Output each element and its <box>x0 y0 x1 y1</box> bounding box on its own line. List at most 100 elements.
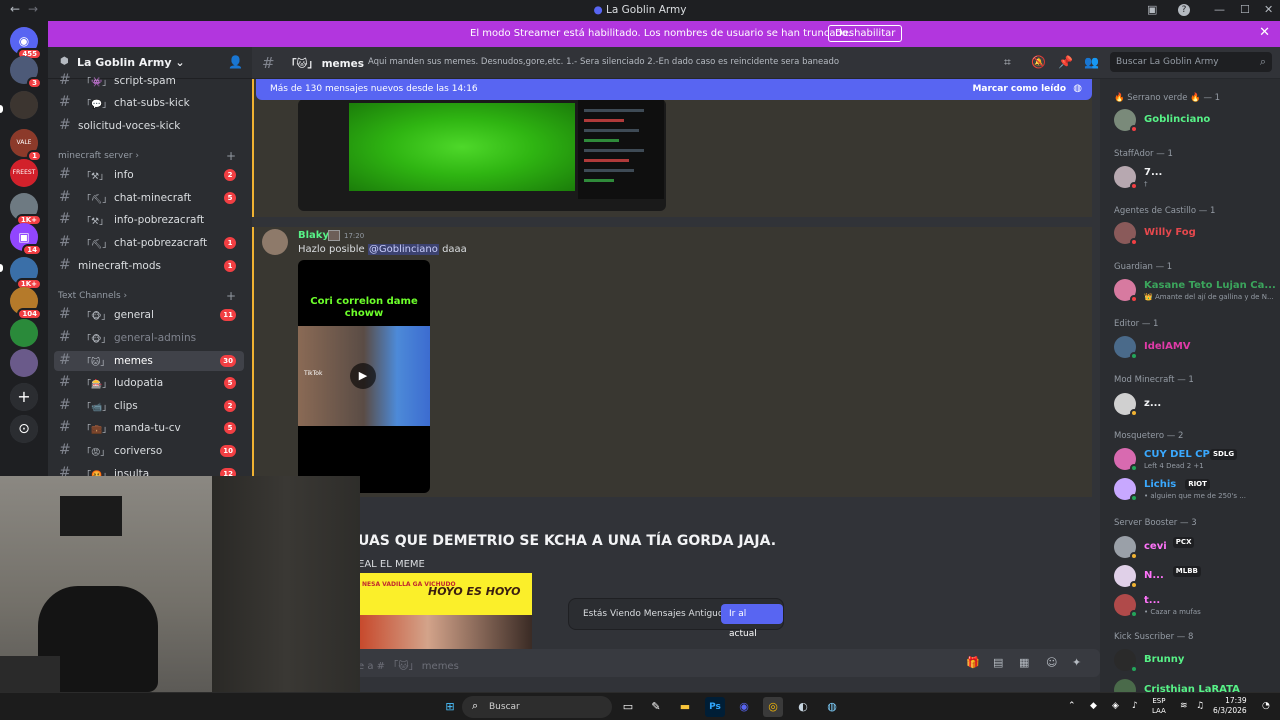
category-minecraft-server[interactable]: minecraft server › + <box>58 149 242 163</box>
channel-general[interactable]: # 「🐵」 general 11 <box>54 305 244 325</box>
server-icon-server-3[interactable]: VALE 1 <box>10 129 42 162</box>
notepad-icon[interactable]: ✎ <box>646 697 666 717</box>
inbox-icon[interactable]: ▣ <box>1147 3 1157 16</box>
photoshop-icon[interactable]: Ps <box>705 697 725 717</box>
channel-memes[interactable]: # 「🐱」 memes 30 <box>54 351 244 371</box>
member-item[interactable]: CUY DEL CP Left 4 Dead 2 +1 SDLG <box>1106 445 1276 473</box>
server-icon-discord-home[interactable]: ◉ 455 <box>10 27 42 60</box>
mark-as-read-button[interactable]: Marcar como leído <box>972 84 1066 94</box>
notifications-icon[interactable]: ◔ <box>1262 701 1270 711</box>
add-channel-icon[interactable]: + <box>226 289 236 303</box>
channel-chat-subs-kick[interactable]: # 「💬」 chat-subs-kick <box>54 93 244 113</box>
video-embed-stream[interactable] <box>298 99 666 211</box>
server-icon-server-twitch[interactable]: ▣ 14 <box>10 223 42 256</box>
tray-app2-icon[interactable]: ◈ <box>1112 701 1119 711</box>
channel-info-pobrezacraft[interactable]: # 「⚒」 info-pobrezacraft <box>54 210 244 230</box>
channel-chat-pobrezacraft[interactable]: # 「⛏」 chat-pobrezacraft 1 <box>54 233 244 253</box>
add-channel-icon[interactable]: + <box>226 149 236 163</box>
taskbar-search[interactable]: ⌕ Buscar <box>462 696 612 718</box>
tiktok-video-embed[interactable]: Cori correlon dame choww TikTok ▶ <box>298 260 430 493</box>
discover-button[interactable]: ⊙ <box>10 415 38 443</box>
close-window-icon[interactable]: ✕ <box>1264 3 1273 16</box>
taskbar-clock[interactable]: 17:39 6/3/2026 <box>1213 696 1247 716</box>
meme-image[interactable]: NESA VADILLA GA VICHUDO HOYO ES HOYO <box>358 573 532 651</box>
hash-icon: # <box>59 211 71 227</box>
channel-chat-minecraft[interactable]: # 「⛏」 chat-minecraft 5 <box>54 188 244 208</box>
disable-streamer-button[interactable]: Deshabilitar <box>828 25 903 42</box>
close-banner-icon[interactable]: ✕ <box>1259 25 1270 40</box>
pinned-messages-icon[interactable]: 📌 <box>1058 55 1073 69</box>
category-text-channels[interactable]: Text Channels › + <box>58 289 242 303</box>
member-item[interactable]: 7... † <box>1106 163 1276 191</box>
jump-to-present-button[interactable]: Ir al actual <box>721 604 783 639</box>
hash-icon: # <box>59 166 71 182</box>
volume-icon[interactable]: ♫ <box>1196 701 1204 711</box>
tray-mic-icon[interactable]: ♪ <box>1132 701 1138 711</box>
channel-coriverso[interactable]: # 「😡」 coriverso 10 <box>54 441 244 461</box>
server-name[interactable]: La Goblin Army ⌄ <box>77 56 185 69</box>
server-icon-server-2[interactable] <box>10 91 38 119</box>
chrome-icon[interactable]: ◎ <box>763 697 783 717</box>
member-list-icon[interactable]: 👥 <box>1084 55 1099 69</box>
server-icon-server-8[interactable]: 104 <box>10 287 42 320</box>
task-view-icon[interactable]: ▭ <box>618 697 638 717</box>
server-icon-server-1[interactable]: 3 <box>10 56 42 89</box>
channel-general-admins[interactable]: # 「🐵」 general-admins <box>54 328 244 348</box>
member-item[interactable]: Lichis • alguien que me de 250's ... RIOT <box>1106 475 1276 503</box>
play-icon[interactable]: ▶ <box>350 363 376 389</box>
sticker-icon[interactable]: ▦ <box>1019 656 1029 669</box>
language-indicator[interactable]: ESP LAA <box>1152 696 1166 716</box>
discord-icon[interactable]: ◉ <box>734 697 754 717</box>
notification-settings-icon[interactable]: 🔕 <box>1031 55 1046 69</box>
search-input[interactable]: Buscar La Goblin Army ⌕ <box>1110 52 1272 72</box>
server-icon-server-7[interactable]: 1K+ <box>10 257 42 290</box>
avatar[interactable] <box>262 229 288 255</box>
browser-icon[interactable]: ◍ <box>822 697 842 717</box>
channel-script-spam[interactable]: # 「👾」 script-spam <box>54 71 244 91</box>
wifi-icon[interactable]: ≋ <box>1180 701 1188 711</box>
maximize-icon[interactable]: ☐ <box>1240 3 1250 16</box>
threads-icon[interactable]: ⌗ <box>1004 55 1011 70</box>
channel-topic[interactable]: Aqui manden sus memes. Desnudos,gore,etc… <box>368 57 839 67</box>
server-icon-server-9[interactable] <box>10 319 38 347</box>
member-item[interactable]: Cristhian LaRATA <box>1106 676 1276 692</box>
channel-minecraft-mods[interactable]: # minecraft-mods 1 <box>54 256 244 276</box>
server-icon-server-4[interactable]: FREEST <box>10 159 38 187</box>
tray-chevron-icon[interactable]: ⌃ <box>1068 701 1076 711</box>
add-member-icon[interactable]: 👤 <box>228 55 243 69</box>
gift-icon[interactable]: 🎁 <box>966 656 980 669</box>
tray-app-icon[interactable]: ◆ <box>1090 701 1097 711</box>
member-item[interactable]: Goblinciano <box>1106 106 1276 134</box>
member-item[interactable]: Brunny <box>1106 646 1276 674</box>
message-composer[interactable]: e a # 「🐱」 memes 🎁 ▤ ▦ ☺ ✦ <box>252 649 1100 677</box>
folder-icon[interactable]: ▬ <box>675 697 695 717</box>
server-icon-server-10[interactable] <box>10 349 38 377</box>
channel-clips[interactable]: # 「📹」 clips 2 <box>54 396 244 416</box>
member-item[interactable]: cevi PCX <box>1106 533 1276 561</box>
steam-icon[interactable]: ◐ <box>793 697 813 717</box>
member-item[interactable]: t... • Cazar a mufas <box>1106 591 1276 619</box>
member-item[interactable]: N... MLBB <box>1106 562 1276 590</box>
add-server-button[interactable]: + <box>10 383 38 411</box>
channel-ludopatia[interactable]: # 「🎰」 ludopatia 5 <box>54 373 244 393</box>
start-icon[interactable]: ⊞ <box>440 697 460 717</box>
channel-info[interactable]: # 「⚒」 info 2 <box>54 165 244 185</box>
server-icon-server-5[interactable]: 1K+ <box>10 193 42 226</box>
help-icon[interactable]: ? <box>1178 4 1190 16</box>
channel-solicitud-voces-kick[interactable]: # solicitud-voces-kick <box>54 116 244 136</box>
channel-label: chat-minecraft <box>114 192 192 204</box>
channel-manda-tu-cv[interactable]: # 「💼」 manda-tu-cv 5 <box>54 418 244 438</box>
message-author[interactable]: Blaky <box>298 230 329 241</box>
minimize-icon[interactable]: — <box>1214 3 1225 16</box>
gif-icon[interactable]: ▤ <box>993 656 1003 669</box>
new-messages-bar[interactable]: Más de 130 mensajes nuevos desde las 14:… <box>256 79 1092 100</box>
emoji-icon[interactable]: ☺ <box>1046 656 1057 669</box>
user-mention[interactable]: @Goblinciano <box>367 244 439 255</box>
apps-icon[interactable]: ✦ <box>1072 656 1081 669</box>
role-header: Mod Minecraft — 1 <box>1114 375 1194 385</box>
member-item[interactable]: z... <box>1106 390 1276 418</box>
member-item[interactable]: Willy Fog <box>1106 219 1276 247</box>
member-item[interactable]: IdelAMV <box>1106 333 1276 361</box>
member-name: CUY DEL CP <box>1144 449 1210 460</box>
member-item[interactable]: Kasane Teto Lujan Ca... 👑 Amante del ají … <box>1106 276 1276 304</box>
